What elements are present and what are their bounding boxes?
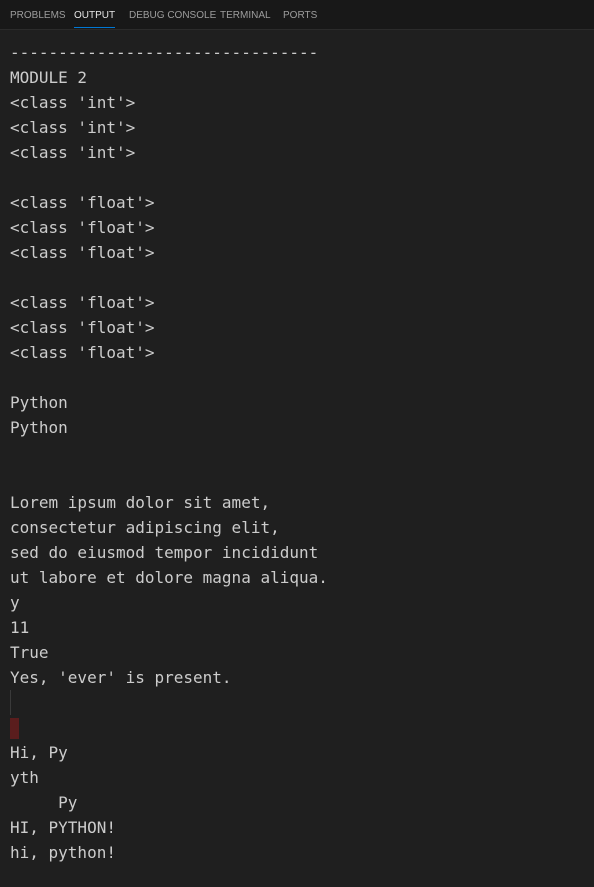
output-line: <class 'int'> — [10, 143, 136, 162]
output-line: True — [10, 643, 49, 662]
output-line: consectetur adipiscing elit, — [10, 518, 280, 537]
output-line: Yes, 'ever' is present. — [10, 668, 232, 687]
output-line-with-cursor: Py — [10, 690, 580, 812]
output-panel[interactable]: -------------------------------- MODULE … — [10, 40, 580, 865]
cursor-guide — [10, 690, 11, 715]
output-line: Hi, Py — [10, 743, 68, 762]
output-line: <class 'float'> — [10, 318, 155, 337]
output-line: <class 'float'> — [10, 218, 155, 237]
output-line: ut labore et dolore magna aliqua. — [10, 568, 328, 587]
tab-debug-console[interactable]: DEBUG CONSOLE — [129, 0, 216, 30]
output-line: yth — [10, 768, 39, 787]
output-separator: -------------------------------- — [10, 43, 319, 62]
output-line: <class 'int'> — [10, 118, 136, 137]
output-line: <class 'float'> — [10, 243, 155, 262]
output-line: Python — [10, 393, 68, 412]
tab-ports[interactable]: PORTS — [283, 0, 317, 30]
output-line: hi, python! — [10, 843, 116, 862]
output-line: <class 'float'> — [10, 293, 155, 312]
output-line: MODULE 2 — [10, 68, 88, 87]
tab-terminal[interactable]: TERMINAL — [220, 0, 271, 30]
output-line: Lorem ipsum dolor sit amet, — [10, 493, 271, 512]
panel-tab-bar: PROBLEMS OUTPUT DEBUG CONSOLE TERMINAL P… — [0, 0, 594, 30]
output-line: sed do eiusmod tempor incididunt — [10, 543, 319, 562]
output-line: <class 'int'> — [10, 93, 136, 112]
output-line-text: Py — [48, 793, 78, 812]
output-line: HI, PYTHON! — [10, 818, 116, 837]
output-line: Python — [10, 418, 68, 437]
output-line: y — [10, 593, 20, 612]
tab-output[interactable]: OUTPUT — [74, 0, 116, 30]
text-cursor — [10, 718, 19, 739]
output-line: <class 'float'> — [10, 193, 155, 212]
output-line: 11 — [10, 618, 30, 637]
tab-problems[interactable]: PROBLEMS — [10, 0, 66, 30]
output-line: <class 'float'> — [10, 343, 155, 362]
